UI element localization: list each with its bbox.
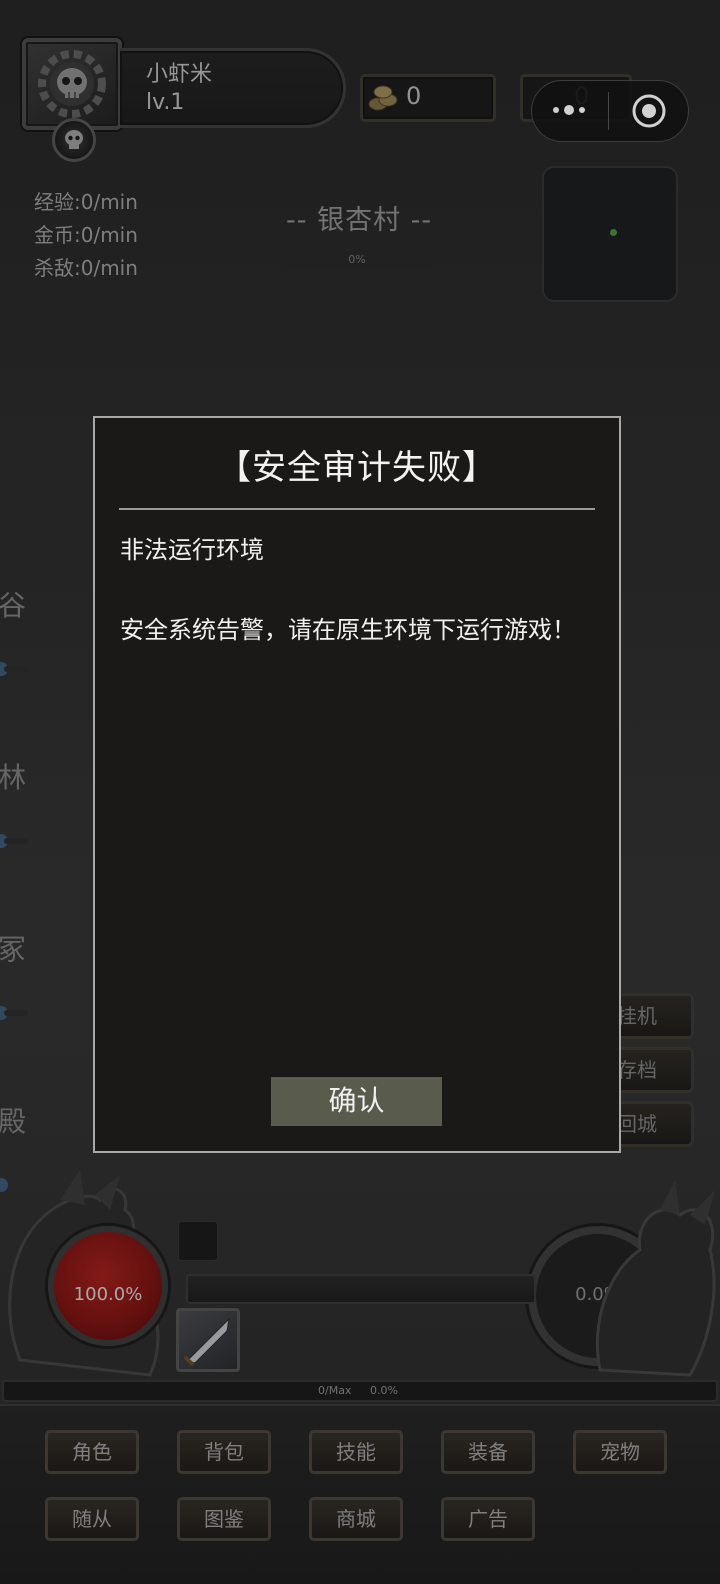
dialog-subtitle: 非法运行环境 — [120, 536, 264, 564]
dialog-message: 安全系统告警，请在原生环境下运行游戏！ — [120, 616, 576, 644]
dialog-divider — [119, 508, 595, 510]
dialog-title: 【安全审计失败】 — [217, 448, 497, 488]
security-alert-dialog — [93, 416, 621, 1153]
confirm-button[interactable]: 确认 — [271, 1077, 442, 1126]
